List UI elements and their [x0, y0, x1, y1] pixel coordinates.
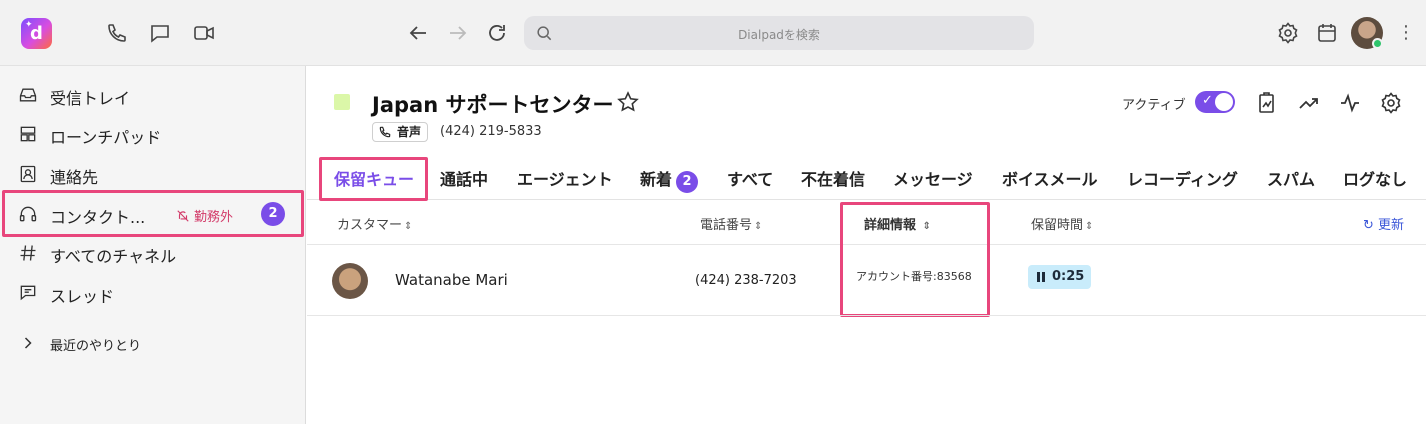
search-input[interactable]: Dialpadを検索 [524, 16, 1034, 50]
tab-new-badge: 2 [676, 171, 699, 193]
sidebar-item-recent[interactable]: 最近のやりとり [0, 323, 306, 363]
refresh-label: 更新 [1378, 218, 1405, 233]
column-header-hold-time[interactable]: 保留時間 ⇕ [1031, 214, 1093, 233]
pause-icon [1036, 272, 1046, 282]
page-title: Japan サポートセンター [372, 93, 614, 117]
search-placeholder: Dialpadを検索 [738, 28, 820, 42]
sort-icon: ⇕ [404, 221, 413, 232]
chevron-right-icon [18, 333, 38, 353]
chat-icon[interactable] [148, 21, 172, 45]
calendar-icon[interactable] [1315, 21, 1339, 45]
back-icon[interactable] [406, 21, 430, 45]
forward-icon[interactable] [446, 21, 470, 45]
phone-icon [379, 126, 391, 138]
toggle-knob [1215, 93, 1233, 111]
more-menu-icon[interactable]: ⋮ [1397, 22, 1415, 44]
hash-icon [18, 243, 38, 263]
sidebar-item-label: ローンチパッド [50, 128, 162, 147]
check-icon: ✓ [1202, 93, 1213, 108]
phone-icon[interactable] [105, 21, 129, 45]
tab-in-call[interactable]: 通話中 [440, 170, 488, 200]
queue-phone-number: (424) 219-5833 [440, 124, 542, 139]
sidebar: 受信トレイ ローンチパッド 連絡先 コンタクト... 勤務外 2 すべてのチャネ… [0, 66, 306, 424]
tab-missed[interactable]: 不在着信 [801, 170, 865, 200]
sort-icon: ⇕ [754, 221, 763, 232]
online-status-indicator [1372, 38, 1383, 49]
trending-up-icon[interactable] [1297, 91, 1321, 115]
settings-icon[interactable] [1276, 21, 1300, 45]
active-toggle[interactable]: ✓ [1195, 91, 1235, 113]
video-icon[interactable] [192, 21, 216, 45]
star-icon[interactable] [616, 90, 640, 114]
sidebar-item-label: 連絡先 [50, 168, 99, 187]
column-header-label: 保留時間 [1031, 218, 1084, 233]
sidebar-item-threads[interactable]: スレッド [0, 273, 306, 313]
sidebar-item-label: 最近のやりとり [50, 339, 142, 354]
tab-messages[interactable]: メッセージ [893, 170, 973, 200]
tab-recordings[interactable]: レコーディング [1127, 170, 1238, 200]
clipboard-chart-icon[interactable] [1255, 91, 1279, 115]
customer-phone: (424) 238-7203 [695, 273, 797, 288]
sidebar-item-contacts[interactable]: 連絡先 [0, 154, 306, 194]
tab-new[interactable]: 新着 2 [640, 170, 699, 200]
tab-voicemail[interactable]: ボイスメール [1002, 170, 1098, 200]
customer-avatar[interactable] [332, 263, 368, 299]
tab-new-label: 新着 [640, 170, 673, 189]
activity-icon[interactable] [1338, 91, 1362, 115]
reload-icon[interactable] [485, 21, 509, 45]
voice-tag-label: 音声 [397, 125, 422, 139]
sort-icon: ⇕ [1085, 221, 1094, 232]
inbox-icon [18, 85, 38, 105]
column-header-customer[interactable]: カスタマー ⇕ [337, 214, 412, 233]
hold-time-value: 0:25 [1052, 269, 1085, 284]
top-bar: ✦ d Dialpadを検索 ⋮ [0, 0, 1426, 66]
table-divider [307, 315, 1426, 316]
tab-agents[interactable]: エージェント [517, 170, 613, 200]
refresh-icon: ↻ [1363, 218, 1374, 233]
sidebar-item-label: すべてのチャネル [50, 247, 177, 266]
queue-settings-icon[interactable] [1379, 91, 1403, 115]
customer-name[interactable]: Watanabe Mari [395, 271, 508, 289]
queue-color-square [334, 94, 350, 110]
thread-icon [18, 283, 38, 303]
column-header-label: 電話番号 [700, 218, 753, 233]
contact-center-highlight-box [2, 190, 304, 237]
main-panel: Japan サポートセンター 音声 (424) 219-5833 アクティブ ✓… [307, 66, 1426, 424]
sidebar-item-all-channels[interactable]: すべてのチャネル [0, 233, 306, 273]
tab-spam[interactable]: スパム [1267, 170, 1315, 200]
hold-queue-highlight-box [319, 157, 428, 201]
dialpad-logo[interactable]: ✦ d [21, 18, 52, 49]
launchpad-icon [18, 124, 38, 144]
sidebar-item-launchpad[interactable]: ローンチパッド [0, 114, 306, 154]
column-header-label: カスタマー [337, 218, 403, 233]
sidebar-item-label: 受信トレイ [50, 89, 131, 108]
sidebar-item-inbox[interactable]: 受信トレイ [0, 75, 306, 115]
details-highlight-box [840, 202, 990, 317]
tab-bar: 保留キュー 通話中 エージェント 新着 2 すべて 不在着信 メッセージ ボイスメ… [307, 157, 1426, 201]
refresh-button[interactable]: ↻ 更新 [1363, 214, 1404, 233]
voice-tag: 音声 [372, 122, 429, 142]
tab-no-logs[interactable]: ログなし [1343, 170, 1407, 200]
sidebar-item-label: スレッド [50, 287, 115, 306]
column-header-phone[interactable]: 電話番号 ⇕ [700, 214, 762, 233]
active-label: アクティブ [1122, 98, 1186, 113]
contacts-icon [18, 164, 38, 184]
tab-all[interactable]: すべて [727, 170, 773, 200]
hold-time-badge: 0:25 [1028, 265, 1092, 289]
